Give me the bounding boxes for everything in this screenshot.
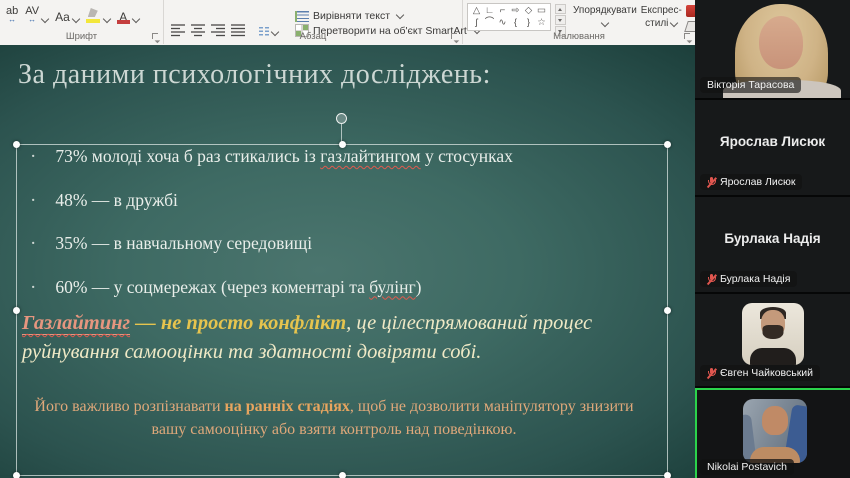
paragraph-dialog-launcher[interactable] (450, 32, 459, 41)
rotate-handle[interactable] (336, 113, 347, 124)
bullet-item[interactable]: 35% — в навчальному середовищі (30, 234, 513, 254)
ribbon-group-font: ab ↔ AV ↔ Aa (0, 0, 164, 44)
resize-handle-e[interactable] (664, 307, 671, 314)
participant-tile[interactable]: Ярослав Лисюк Ярослав Лисюк (695, 100, 850, 195)
align-text-button[interactable]: Вирівняти текст (295, 10, 480, 22)
shape-brace-left[interactable]: { (509, 17, 522, 29)
participant-tile-video[interactable]: Вікторія Тарасова (695, 0, 850, 98)
participant-name-badge: Євген Чайковський (700, 365, 820, 381)
muted-mic-icon (707, 368, 716, 379)
participant-center-name: Ярослав Лисюк (695, 134, 850, 149)
chevron-down-icon (103, 15, 111, 23)
ribbon: ab ↔ AV ↔ Aa (0, 0, 695, 46)
resize-handle-w[interactable] (13, 307, 20, 314)
change-case-button[interactable]: Aa (55, 10, 79, 24)
shape-arc[interactable]: ⌒ (483, 17, 496, 29)
participant-avatar (743, 399, 807, 463)
participant-tile[interactable]: Євген Чайковський (695, 294, 850, 386)
definition-paragraph[interactable]: Газлайтинг — не просто конфлікт, це ціле… (22, 309, 650, 367)
screen: ab ↔ AV ↔ Aa (0, 0, 850, 478)
bullet-list: 73% молоді хоча б раз стикались із газла… (30, 147, 513, 321)
font-dialog-launcher[interactable] (151, 32, 160, 41)
shape-star[interactable]: ☆ (535, 17, 548, 29)
note-bold: на ранніх стадіях (225, 398, 350, 415)
resize-handle-se[interactable] (664, 472, 671, 478)
shape-triangle[interactable]: △ (470, 5, 483, 17)
misspelled-word: булінг (369, 277, 415, 297)
participant-tile-active-speaker[interactable]: Nikolai Postavich (695, 388, 850, 478)
character-spacing-button[interactable]: ab ↔ (6, 6, 18, 24)
shape-corner[interactable]: ⌐ (496, 5, 509, 17)
resize-handle-nw[interactable] (13, 141, 20, 148)
participants-sidebar: Вікторія Тарасова Ярослав Лисюк Ярослав … (695, 0, 850, 478)
resize-handle-sw[interactable] (13, 472, 20, 478)
definition-term: Газлайтинг (22, 312, 130, 335)
chevron-down-icon (396, 11, 404, 19)
note-paragraph[interactable]: Його важливо розпізнавати на ранніх стад… (34, 396, 634, 441)
quick-styles-button[interactable]: Експрес- стилі (641, 3, 682, 30)
font-color-icon: A (117, 8, 130, 24)
text-highlight-button[interactable] (86, 8, 110, 24)
font-color-button[interactable]: A (117, 8, 139, 24)
change-case-icon: Aa (55, 10, 70, 24)
paragraph-group-label: Абзац (164, 31, 462, 42)
participant-avatar (742, 303, 804, 365)
participant-center-name: Бурлака Надія (695, 231, 850, 246)
shape-rectangle[interactable]: ▭ (535, 5, 548, 17)
shapes-scroll-down[interactable] (555, 15, 566, 25)
misspelled-word: газлайтингом (320, 146, 420, 166)
kerning-button[interactable]: AV ↔ (25, 6, 48, 24)
resize-handle-ne[interactable] (664, 141, 671, 148)
participant-name-badge: Вікторія Тарасова (700, 77, 801, 93)
shapes-gallery: △ ∟ ⌐ ⇨ ◇ ▭ ʃ ⌒ ∿ { } ☆ (467, 3, 551, 31)
muted-mic-icon (707, 274, 716, 285)
slide-canvas[interactable]: За даними психологічних досліджень: 73% … (0, 45, 695, 478)
bullet-item[interactable]: 48% — в дружбі (30, 191, 513, 211)
align-text-icon (295, 11, 309, 22)
definition-bold: не просто конфлікт (161, 312, 346, 334)
shape-scribble[interactable]: ʃ (470, 17, 483, 29)
ribbon-group-paragraph: Вирівняти текст Перетворити на об'єкт Sm… (164, 0, 463, 44)
bullet-item[interactable]: 60% — у соцмережах (через коментарі та б… (30, 278, 513, 298)
shapes-scroll-up[interactable] (555, 4, 566, 14)
chevron-down-icon (132, 15, 140, 23)
arrange-button[interactable]: Упорядкувати (573, 3, 637, 26)
chevron-down-icon (72, 15, 80, 23)
slide-title[interactable]: За даними психологічних досліджень: (18, 59, 491, 91)
shape-brace-right[interactable]: } (522, 17, 535, 29)
participant-name-badge: Бурлака Надія (700, 271, 797, 287)
participant-tile[interactable]: Бурлака Надія Бурлака Надія (695, 197, 850, 292)
participant-name-badge: Nikolai Postavich (700, 459, 794, 475)
shape-curve[interactable]: ∿ (496, 17, 509, 29)
shape-diamond[interactable]: ◇ (522, 5, 535, 17)
highlighter-icon (86, 8, 101, 24)
drawing-group-label: Малювання (463, 31, 695, 42)
ribbon-group-drawing: △ ∟ ⌐ ⇨ ◇ ▭ ʃ ⌒ ∿ { } ☆ (463, 0, 695, 44)
resize-handle-s[interactable] (339, 472, 346, 478)
chevron-down-icon (41, 15, 49, 23)
chevron-down-icon (670, 19, 678, 27)
bullet-item[interactable]: 73% молоді хоча б раз стикались із газла… (30, 147, 513, 167)
font-group-label: Шрифт (0, 31, 163, 42)
muted-mic-icon (707, 177, 716, 188)
drawing-dialog-launcher[interactable] (683, 32, 692, 41)
shape-angle[interactable]: ∟ (483, 5, 496, 17)
participant-name-badge: Ярослав Лисюк (700, 174, 802, 190)
shape-arrow[interactable]: ⇨ (509, 5, 522, 17)
chevron-down-icon (601, 18, 609, 26)
